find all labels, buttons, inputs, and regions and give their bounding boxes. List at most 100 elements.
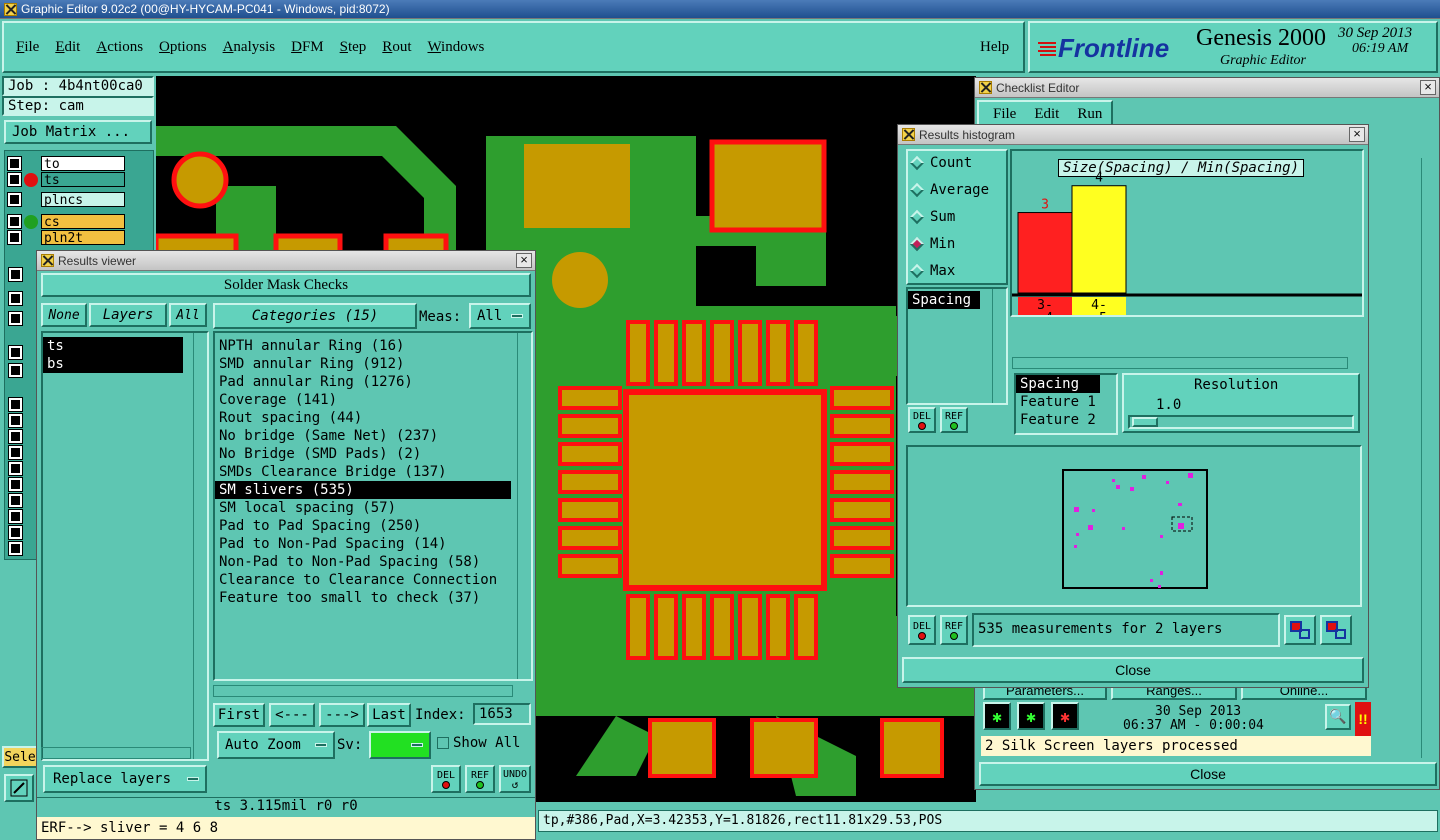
menu-options[interactable]: Options [159, 39, 207, 56]
layer-row-plncs[interactable]: plncs [7, 192, 125, 208]
layer-checkbox[interactable] [8, 291, 23, 306]
layer-checkbox[interactable] [8, 267, 23, 282]
checklist-menu-run[interactable]: Run [1077, 106, 1102, 123]
layer-affect-icon[interactable] [24, 231, 38, 245]
undo-button[interactable]: UNDO ↺ [499, 765, 531, 793]
slider-thumb[interactable] [1132, 417, 1158, 427]
job-matrix-button[interactable]: Job Matrix ... [4, 120, 152, 144]
hist-ref-button[interactable]: REF [940, 407, 968, 433]
histogram-bar[interactable] [1071, 185, 1127, 294]
category-item[interactable]: Pad annular Ring (1276) [215, 373, 511, 391]
select-button[interactable]: Sele [2, 746, 38, 768]
none-button[interactable]: None [41, 303, 87, 327]
attribute-option[interactable]: Feature 1 [1016, 393, 1100, 411]
layer-affect-icon[interactable] [24, 214, 38, 229]
category-item[interactable]: Rout spacing (44) [215, 409, 511, 427]
category-item[interactable]: Feature too small to check (37) [215, 589, 511, 607]
map-ref-button[interactable]: REF [940, 615, 968, 645]
help-menu[interactable]: Help [980, 39, 1009, 56]
layer-checkbox[interactable] [7, 156, 22, 171]
category-item[interactable]: Pad to Non-Pad Spacing (14) [215, 535, 511, 553]
menu-edit[interactable]: Edit [55, 39, 80, 56]
category-item[interactable]: SM slivers (535) [215, 481, 511, 499]
histogram-close-button[interactable]: Close [902, 657, 1364, 683]
attribute-scrollbar[interactable] [992, 289, 1006, 403]
attribute-select-list[interactable]: Spacing Feature 1 Feature 2 [1014, 373, 1118, 435]
category-item[interactable]: SMDs Clearance Bridge (137) [215, 463, 511, 481]
mode-sum-radio[interactable]: Sum [909, 209, 955, 225]
replace-layers-select[interactable]: Replace layers [43, 765, 207, 793]
first-button[interactable]: First [213, 703, 265, 727]
layer-checkbox[interactable] [8, 429, 23, 444]
layer-checkbox[interactable] [8, 461, 23, 476]
layer-checkbox[interactable] [8, 509, 23, 524]
layer-checkbox[interactable] [8, 477, 23, 492]
all-button[interactable]: All [169, 303, 207, 327]
layer-checkbox[interactable] [7, 230, 22, 245]
import-icon[interactable] [1320, 615, 1352, 645]
zoom-icon[interactable]: 🔍 [1325, 704, 1351, 730]
layer-checkbox[interactable] [8, 413, 23, 428]
checklist-menu-file[interactable]: File [993, 106, 1016, 123]
category-item[interactable]: No bridge (Same Net) (237) [215, 427, 511, 445]
layer-results-list[interactable]: ts bs [41, 331, 209, 761]
layer-row-to[interactable]: to [7, 156, 125, 172]
mode-average-radio[interactable]: Average [909, 182, 989, 198]
attribute-list[interactable]: Spacing [906, 287, 1008, 405]
category-item[interactable]: NPTH annular Ring (16) [215, 337, 511, 355]
menu-windows[interactable]: Windows [427, 39, 484, 56]
sv-color-select[interactable] [369, 731, 431, 759]
category-list[interactable]: NPTH annular Ring (16) SMD annular Ring (… [213, 331, 533, 681]
map-del-button[interactable]: DEL [908, 615, 936, 645]
run-stop-icon[interactable]: ✱ [1051, 702, 1079, 730]
category-hscrollbar[interactable] [213, 685, 513, 697]
layer-checkbox[interactable] [7, 214, 22, 229]
mode-count-radio[interactable]: Count [909, 155, 972, 171]
category-item[interactable]: Non-Pad to Non-Pad Spacing (58) [215, 553, 511, 571]
category-item[interactable]: No Bridge (SMD Pads) (2) [215, 445, 511, 463]
layer-checkbox[interactable] [8, 493, 23, 508]
last-button[interactable]: Last [367, 703, 411, 727]
category-item[interactable]: Coverage (141) [215, 391, 511, 409]
category-list-scrollbar[interactable] [517, 333, 531, 679]
layer-checkbox[interactable] [8, 345, 23, 360]
result-layer-item[interactable]: ts [43, 337, 183, 355]
layer-hscrollbar[interactable] [41, 747, 191, 759]
layer-affect-icon[interactable] [24, 157, 38, 171]
layer-checkbox[interactable] [8, 525, 23, 540]
mode-min-radio[interactable]: Min [909, 236, 955, 252]
layer-affect-icon[interactable] [24, 172, 38, 187]
checklist-close-button[interactable]: Close [979, 762, 1437, 786]
zoom-mode-select[interactable]: Auto Zoom [217, 731, 335, 759]
category-item[interactable]: Pad to Pad Spacing (250) [215, 517, 511, 535]
layer-affect-icon[interactable] [24, 193, 38, 207]
category-item[interactable]: SMD annular Ring (912) [215, 355, 511, 373]
layers-button[interactable]: Layers [89, 303, 167, 327]
run-selected-icon[interactable]: ✱ [1017, 702, 1045, 730]
close-icon[interactable]: × [516, 253, 532, 268]
close-icon[interactable]: × [1420, 80, 1436, 95]
prev-button[interactable]: <--- [269, 703, 315, 727]
layer-row-cs[interactable]: cs [7, 214, 125, 230]
ref-button[interactable]: REF [465, 765, 495, 793]
menu-step[interactable]: Step [340, 39, 367, 56]
checklist-menu-edit[interactable]: Edit [1034, 106, 1059, 123]
run-icon[interactable]: ✱ [983, 702, 1011, 730]
attribute-option[interactable]: Feature 2 [1016, 411, 1100, 429]
menu-dfm[interactable]: DFM [291, 39, 324, 56]
attribute-option[interactable]: Spacing [1016, 375, 1100, 393]
mode-max-radio[interactable]: Max [909, 263, 955, 279]
checklist-scrollbar[interactable] [1421, 158, 1435, 758]
resolution-slider[interactable] [1128, 415, 1354, 429]
layer-checkbox[interactable] [7, 192, 22, 207]
hist-del-button[interactable]: DEL [908, 407, 936, 433]
export-icon[interactable] [1284, 615, 1316, 645]
layer-checkbox[interactable] [7, 172, 22, 187]
index-input[interactable]: 1653 [473, 703, 531, 725]
location-map[interactable] [906, 445, 1362, 607]
show-all-checkbox[interactable] [437, 737, 449, 749]
layer-checkbox[interactable] [8, 397, 23, 412]
meas-select[interactable]: All [469, 303, 531, 329]
category-item[interactable]: Clearance to Clearance Connection [215, 571, 511, 589]
menu-rout[interactable]: Rout [382, 39, 411, 56]
